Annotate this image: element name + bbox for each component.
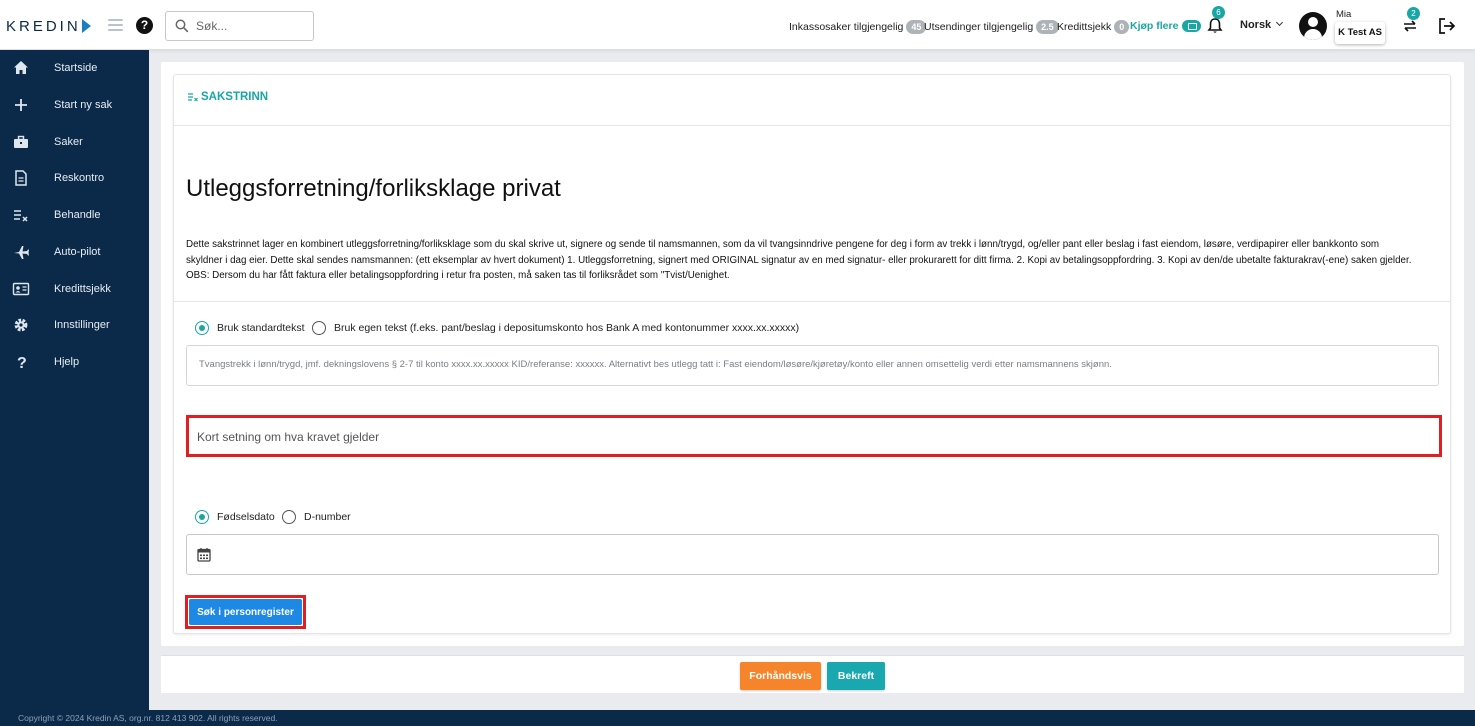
sidebar-item-label: Saker — [54, 136, 83, 148]
logout-button[interactable] — [1438, 17, 1456, 40]
switch-account-button[interactable]: 2 — [1402, 7, 1420, 38]
sidebar-item-label: Innstillinger — [54, 319, 110, 331]
card-header: SAKSTRINN — [174, 75, 1450, 126]
logout-icon — [1439, 18, 1456, 34]
kredin-logo[interactable]: KREDIN — [6, 16, 91, 36]
search-person-register-wrapper: Søk i personregister — [185, 595, 306, 629]
language-label: Norsk — [1240, 19, 1272, 31]
document-icon — [15, 170, 27, 186]
sidebar-item-reskontro[interactable]: Reskontro — [0, 163, 149, 193]
company-switch-button[interactable]: K Test AS — [1335, 22, 1385, 44]
briefcase-icon — [14, 135, 28, 148]
search-icon — [175, 19, 189, 33]
preview-button[interactable]: Forhåndsvis — [740, 662, 821, 690]
sidebar-item-saker[interactable]: Saker — [0, 127, 149, 157]
radio-selected-icon — [195, 321, 209, 335]
avatar[interactable] — [1299, 12, 1327, 40]
claim-summary-field — [186, 415, 1442, 457]
birthdate-field — [186, 534, 1439, 575]
sidebar: Startside Start ny sak Saker Reskontro B… — [0, 50, 149, 710]
stat-kredittsjekk: Kredittsjekk 0 — [1057, 20, 1130, 34]
chevron-down-icon — [1276, 18, 1284, 27]
buy-more-label: Kjøp flere — [1130, 20, 1179, 32]
plus-icon — [15, 99, 27, 111]
radio-custom-text[interactable]: Bruk egen tekst (f.eks. pant/beslag i de… — [312, 321, 799, 335]
user-name: Mia — [1336, 9, 1352, 20]
airplane-icon — [14, 246, 29, 259]
radio-label: Bruk standardtekst — [217, 322, 305, 334]
checklist-icon — [14, 210, 28, 222]
help-icon[interactable]: ? — [136, 17, 153, 34]
question-icon: ? — [17, 355, 27, 371]
radio-label: D-number — [304, 511, 351, 523]
radio-birthdate[interactable]: Fødselsdato — [195, 510, 275, 524]
stat-count-badge: 0 — [1114, 20, 1130, 34]
sidebar-item-innstillinger[interactable]: Innstillinger — [0, 310, 149, 340]
notifications-count-badge: 6 — [1212, 6, 1225, 19]
radio-label: Fødselsdato — [217, 511, 275, 523]
sidebar-item-kredittsjekk[interactable]: Kredittsjekk — [0, 274, 149, 304]
gear-icon — [14, 318, 28, 332]
sidebar-item-auto-pilot[interactable]: Auto-pilot — [0, 237, 149, 267]
buy-more-link[interactable]: Kjøp flere — [1130, 20, 1202, 32]
search-person-register-button[interactable]: Søk i personregister — [189, 599, 302, 625]
sidebar-item-behandle[interactable]: Behandle — [0, 200, 149, 230]
radio-unselected-icon — [312, 321, 326, 335]
checklist-icon — [188, 93, 198, 102]
card-header-title: SAKSTRINN — [201, 91, 269, 103]
credit-card-icon — [1182, 20, 1202, 32]
id-card-icon — [12, 282, 30, 296]
menu-toggle-icon[interactable] — [108, 19, 123, 31]
bell-icon — [1207, 18, 1223, 33]
birthdate-input[interactable] — [223, 546, 1423, 564]
swap-arrows-icon — [1404, 20, 1416, 32]
sidebar-item-start-ny-sak[interactable]: Start ny sak — [0, 90, 149, 120]
radio-unselected-icon — [282, 510, 296, 524]
stat-count-badge: 2.5 — [1036, 20, 1059, 34]
svg-text:?: ? — [17, 355, 27, 371]
stat-label: Inkassosaker tilgjengelig — [789, 21, 904, 33]
logo-arrow-icon — [81, 19, 91, 33]
stat-inkassosaker: Inkassosaker tilgjengelig 45 — [789, 20, 927, 34]
sidebar-item-label: Startside — [54, 62, 98, 74]
radio-selected-icon — [195, 510, 209, 524]
search-input[interactable] — [196, 18, 308, 34]
radio-standard-text[interactable]: Bruk standardtekst — [195, 321, 305, 335]
top-bar: KREDIN ? Inkassosaker tilgjengelig 45 Ut… — [0, 0, 1475, 50]
sidebar-item-label: Kredittsjekk — [54, 283, 111, 295]
sidebar-item-label: Behandle — [54, 209, 101, 221]
sidebar-item-hjelp[interactable]: ? Hjelp — [0, 347, 149, 377]
case-step-card: SAKSTRINN Utleggsforretning/forliksklage… — [173, 74, 1451, 634]
switch-count-badge: 2 — [1407, 7, 1420, 20]
standard-text-field[interactable]: Tvangstrekk i lønn/trygd, jmf. dekningsl… — [186, 345, 1439, 386]
radio-d-number[interactable]: D-number — [282, 510, 351, 524]
claim-summary-input[interactable] — [197, 428, 1417, 446]
radio-label: Bruk egen tekst (f.eks. pant/beslag i de… — [334, 322, 800, 334]
page-title: Utleggsforretning/forliksklage privat — [186, 175, 561, 202]
footer-copyright: Copyright © 2024 Kredin AS, org.nr. 812 … — [0, 710, 1475, 726]
sidebar-item-label: Start ny sak — [54, 99, 113, 111]
stat-label: Kredittsjekk — [1057, 21, 1112, 33]
logo-text: KREDIN — [6, 17, 81, 35]
sidebar-item-label: Hjelp — [54, 356, 80, 368]
divider — [174, 301, 1450, 302]
sidebar-item-label: Auto-pilot — [54, 246, 101, 258]
language-select[interactable]: Norsk — [1240, 18, 1284, 31]
stat-utsendinger: Utsendinger tilgjengelig 2.5 — [924, 20, 1059, 34]
calendar-icon[interactable] — [197, 547, 211, 562]
search-box — [165, 11, 314, 41]
stat-label: Utsendinger tilgjengelig — [924, 21, 1034, 33]
sidebar-item-startside[interactable]: Startside — [0, 53, 149, 83]
home-icon — [14, 61, 28, 74]
case-step-description: Dette sakstrinnet lager en kombinert utl… — [186, 239, 1412, 281]
confirm-button[interactable]: Bekreft — [827, 662, 885, 690]
sidebar-item-label: Reskontro — [54, 172, 105, 184]
notifications-button[interactable]: 6 — [1206, 6, 1225, 40]
